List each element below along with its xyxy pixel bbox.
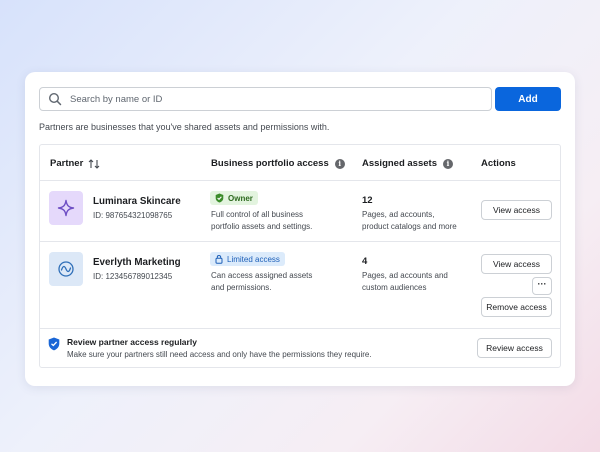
header-partner[interactable]: Partner [50, 158, 100, 169]
search-input[interactable] [70, 93, 470, 105]
divider [40, 328, 560, 329]
assets-description-line: product catalogs and more [362, 222, 457, 231]
owner-badge: Owner [210, 191, 258, 205]
assets-description: Pages, ad accounts and custom audiences [362, 270, 462, 294]
partners-table: Partner Business portfolio access i Assi… [39, 144, 561, 368]
header-actions: Actions [481, 158, 516, 169]
assets-description-line: Pages, ad accounts, [362, 210, 435, 219]
header-access-label: Business portfolio access [211, 158, 329, 169]
access-description-line: Can access assigned assets [211, 271, 313, 280]
partner-id: ID: 123456789012345 [93, 272, 173, 281]
lock-icon [215, 255, 223, 264]
wave-circle-icon [49, 252, 83, 286]
search-icon [48, 92, 62, 106]
review-title: Review partner access regularly [67, 337, 197, 347]
asset-count: 12 [362, 195, 373, 206]
limited-access-badge: Limited access [210, 252, 285, 266]
assets-description: Pages, ad accounts, product catalogs and… [362, 209, 462, 233]
shield-icon [48, 337, 60, 356]
search-box[interactable] [39, 87, 492, 111]
view-access-button[interactable]: View access [481, 200, 552, 220]
add-button[interactable]: Add [495, 87, 561, 111]
badge-label: Owner [228, 193, 253, 203]
partner-name[interactable]: Luminara Skincare [93, 196, 181, 207]
intro-text: Partners are businesses that you've shar… [39, 122, 330, 132]
view-access-button[interactable]: View access [481, 254, 552, 274]
header-partner-label: Partner [50, 158, 84, 169]
access-description-line: and permissions. [211, 283, 272, 292]
assets-description-line: Pages, ad accounts and [362, 271, 448, 280]
header-access: Business portfolio access i [211, 158, 345, 169]
badge-label: Limited access [227, 254, 280, 264]
review-access-button[interactable]: Review access [477, 338, 552, 358]
sparkle-icon [49, 191, 83, 225]
header-actions-label: Actions [481, 158, 516, 169]
header-assets-label: Assigned assets [362, 158, 437, 169]
partner-name[interactable]: Everlyth Marketing [93, 257, 181, 268]
divider [40, 241, 560, 242]
review-description: Make sure your partners still need acces… [67, 350, 372, 359]
assets-description-line: custom audiences [362, 283, 427, 292]
access-description: Full control of all business portfolio a… [211, 209, 331, 233]
partner-id: ID: 987654321098765 [93, 211, 173, 220]
info-icon[interactable]: i [442, 158, 453, 169]
header-assets: Assigned assets i [362, 158, 453, 169]
partners-card: Add Partners are businesses that you've … [25, 72, 575, 386]
access-description-line: Full control of all business [211, 210, 304, 219]
sort-icon[interactable] [88, 158, 100, 169]
remove-access-button[interactable]: Remove access [481, 297, 552, 317]
access-description: Can access assigned assets and permissio… [211, 270, 331, 294]
more-options-button[interactable]: ··· [532, 277, 552, 295]
shield-check-icon [215, 193, 224, 203]
info-icon[interactable]: i [334, 158, 345, 169]
access-description-line: portfolio assets and settings. [211, 222, 313, 231]
divider [40, 180, 560, 181]
asset-count: 4 [362, 256, 368, 267]
